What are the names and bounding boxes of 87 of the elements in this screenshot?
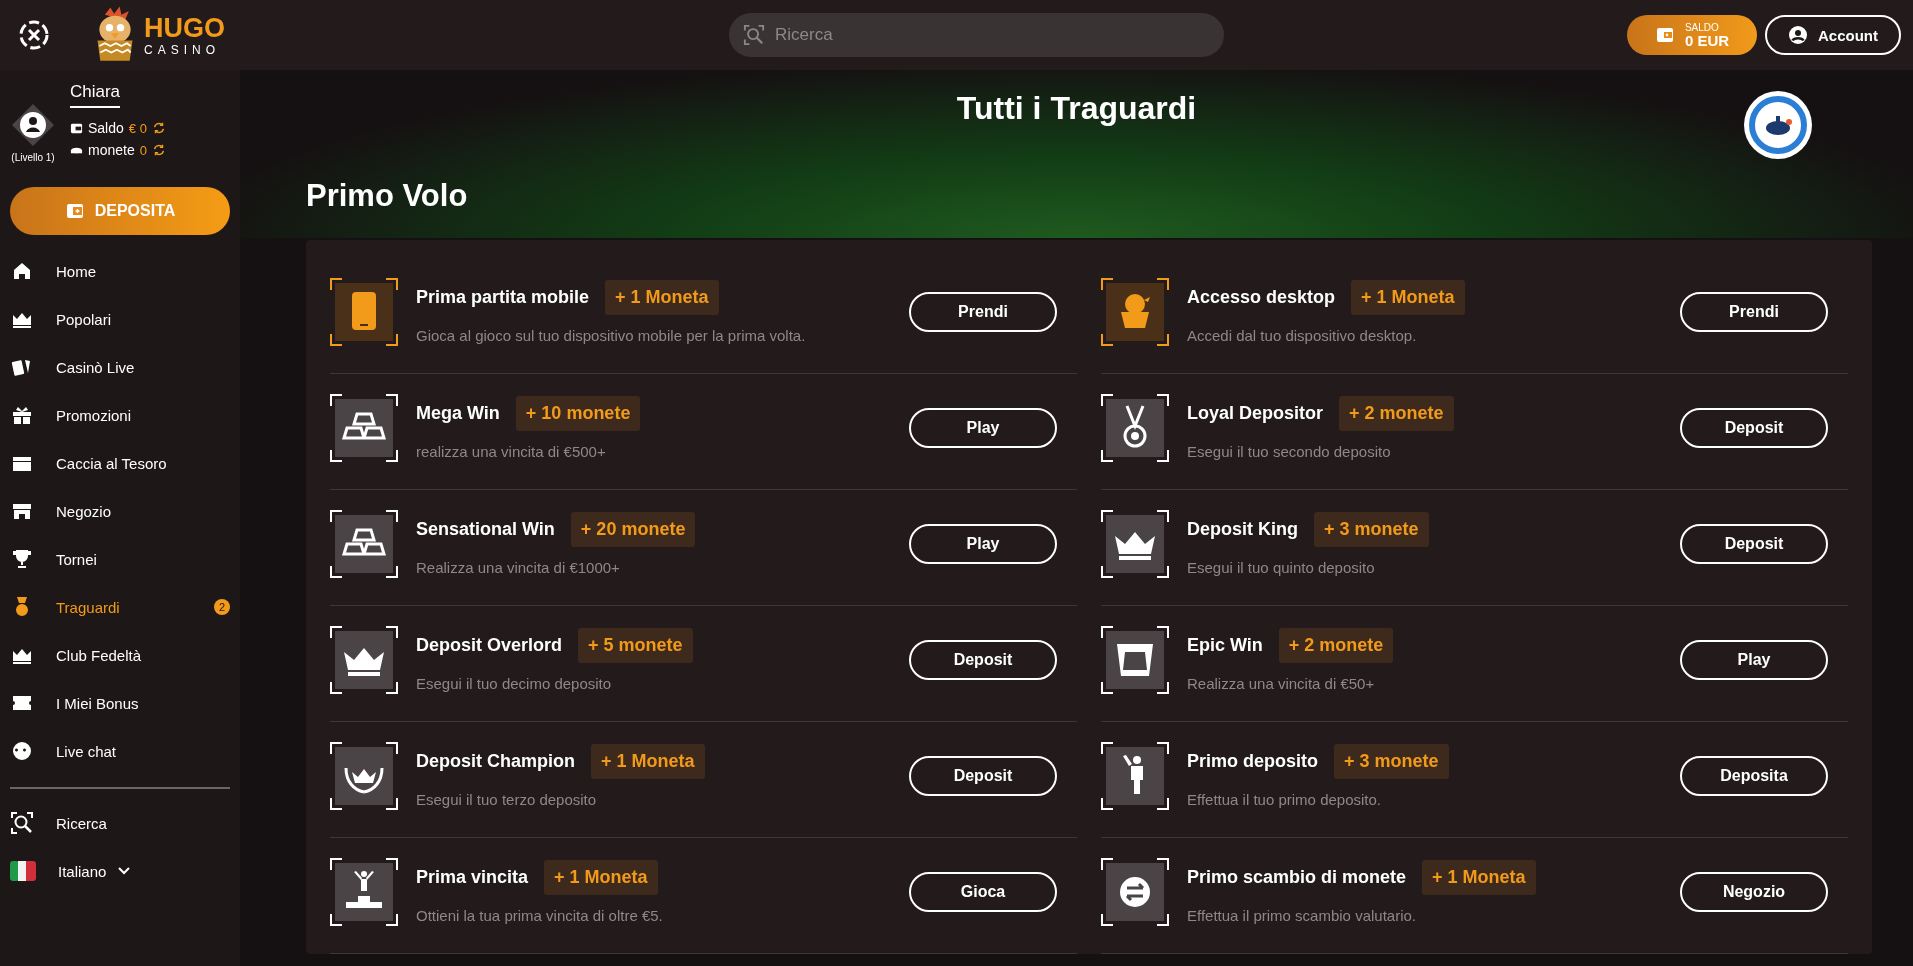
wallet-icon (1654, 25, 1675, 45)
logo-subtitle: CASINO (144, 43, 221, 56)
reward-tag: + 1 Moneta (1351, 279, 1465, 315)
coins-label: monete (88, 142, 135, 158)
achievement-description: Effettua il primo scambio valutario. (1187, 906, 1417, 924)
refresh-icon[interactable] (151, 121, 166, 135)
level-label: (Livello 1) (11, 152, 55, 163)
reward-tag: + 2 monete (1278, 627, 1394, 663)
chevron-down-icon (118, 867, 131, 875)
achievement-title: Deposit King (1187, 518, 1298, 540)
achievement-title: Deposit Overlord (416, 634, 563, 656)
achievement-description: Esegui il tuo terzo deposito (416, 790, 598, 808)
achievement-description: Esegui il tuo quinto deposito (1187, 558, 1376, 576)
achievement-title: Primo deposito (1187, 750, 1318, 772)
count-badge: 2 (214, 599, 230, 615)
achievement-description: Effettua il tuo primo deposito. (1187, 790, 1382, 808)
achievement-description: Esegui il tuo decimo deposito (416, 674, 613, 692)
achievement-description: Realizza una vincita di €1000+ (416, 558, 621, 576)
reward-tag: + 10 monete (515, 395, 641, 431)
achievement-description: Ottieni la tua prima vincita di oltre €5. (416, 906, 664, 924)
wallet-icon (64, 201, 85, 221)
action-button[interactable]: Play (1680, 639, 1828, 680)
achievement-title: Deposit Champion (416, 750, 575, 772)
chat-icon (10, 739, 34, 763)
action-button[interactable]: Deposit (1680, 523, 1828, 564)
achievement-title: Accesso desktop (1187, 286, 1336, 308)
trophy-icon (10, 547, 34, 571)
nav-item[interactable]: Tornei (10, 535, 230, 583)
balance-label: Saldo (88, 120, 124, 136)
nav-item[interactable]: Popolari (10, 295, 230, 343)
reward-tag: + 3 monete (1314, 511, 1429, 547)
reward-tag: + 1 Moneta (605, 279, 719, 315)
achievement-title: Primo scambio di monete (1187, 866, 1407, 888)
action-button[interactable]: Negozio (1680, 871, 1828, 912)
action-button[interactable]: Play (909, 523, 1057, 564)
achievement-description: Gioca al gioco sul tuo dispositivo mobile per la prima volta. (416, 326, 807, 344)
account-button[interactable]: Account (1765, 15, 1901, 55)
achievement-description: Esegui il tuo secondo deposito (1187, 442, 1392, 460)
achievement-title: Prima vincita (416, 866, 529, 888)
balance-value: € 0 (128, 120, 147, 136)
avatar-icon (10, 102, 56, 148)
nav-item[interactable]: Negozio (10, 487, 230, 535)
search-icon (10, 811, 34, 835)
user-name: Chiara (70, 82, 121, 108)
logo-wordmark: HUGO (144, 14, 225, 42)
action-button[interactable]: Prendi (1680, 291, 1828, 332)
reward-tag: + 5 monete (578, 627, 693, 663)
language-selector[interactable]: Italiano (10, 847, 230, 895)
nav-item[interactable]: Promozioni (10, 391, 230, 439)
reward-tag: + 2 monete (1339, 395, 1454, 431)
achievement-description: realizza una vincita di €500+ (416, 442, 607, 460)
action-button[interactable]: Deposit (909, 755, 1057, 796)
nav-item[interactable]: Home (10, 247, 230, 295)
reward-tag: + 20 monete (570, 511, 696, 547)
nav-item[interactable]: Caccia al Tesoro (10, 439, 230, 487)
achievement-description: Realizza una vincita di €50+ (1187, 674, 1376, 692)
nav-item[interactable]: Ricerca (10, 799, 230, 847)
nav-item[interactable]: I Miei Bonus (10, 679, 230, 727)
refresh-icon[interactable] (151, 143, 166, 157)
achievement-title: Loyal Depositor (1187, 402, 1324, 424)
achievement-title: Mega Win (416, 402, 500, 424)
nav-item[interactable]: Casinò Live (10, 343, 230, 391)
action-button[interactable]: Deposita (1680, 755, 1828, 796)
action-button[interactable]: Deposit (909, 639, 1057, 680)
reward-tag: + 1 Moneta (544, 859, 658, 895)
action-button[interactable]: Deposit (1680, 407, 1828, 448)
page-title: Tutti i Traguardi (956, 90, 1197, 128)
nav-item[interactable]: Traguardi 2 (10, 583, 230, 631)
user-icon (1788, 25, 1808, 45)
achievement-description: Accedi dal tuo dispositivo desktop. (1187, 326, 1418, 344)
achievement-title: Prima partita mobile (416, 286, 590, 308)
flag-icon (10, 861, 36, 881)
reward-tag: + 1 Moneta (1422, 859, 1536, 895)
reward-tag: + 1 Moneta (591, 743, 705, 779)
wallet-icon (70, 121, 83, 135)
coins-value: 0 (139, 142, 147, 158)
action-button[interactable]: Prendi (909, 291, 1057, 332)
achievement-title: Sensational Win (416, 518, 555, 540)
nav-item[interactable]: Live chat (10, 727, 230, 775)
section-title: Primo Volo (306, 178, 469, 214)
action-button[interactable]: Gioca (909, 871, 1057, 912)
search-field[interactable]: Ricerca (729, 13, 1224, 57)
reward-tag: + 3 monete (1334, 743, 1449, 779)
achievement-title: Epic Win (1187, 634, 1263, 656)
nav-item[interactable]: Club Fedeltà (10, 631, 230, 679)
close-icon[interactable] (18, 19, 50, 51)
action-button[interactable]: Play (909, 407, 1057, 448)
